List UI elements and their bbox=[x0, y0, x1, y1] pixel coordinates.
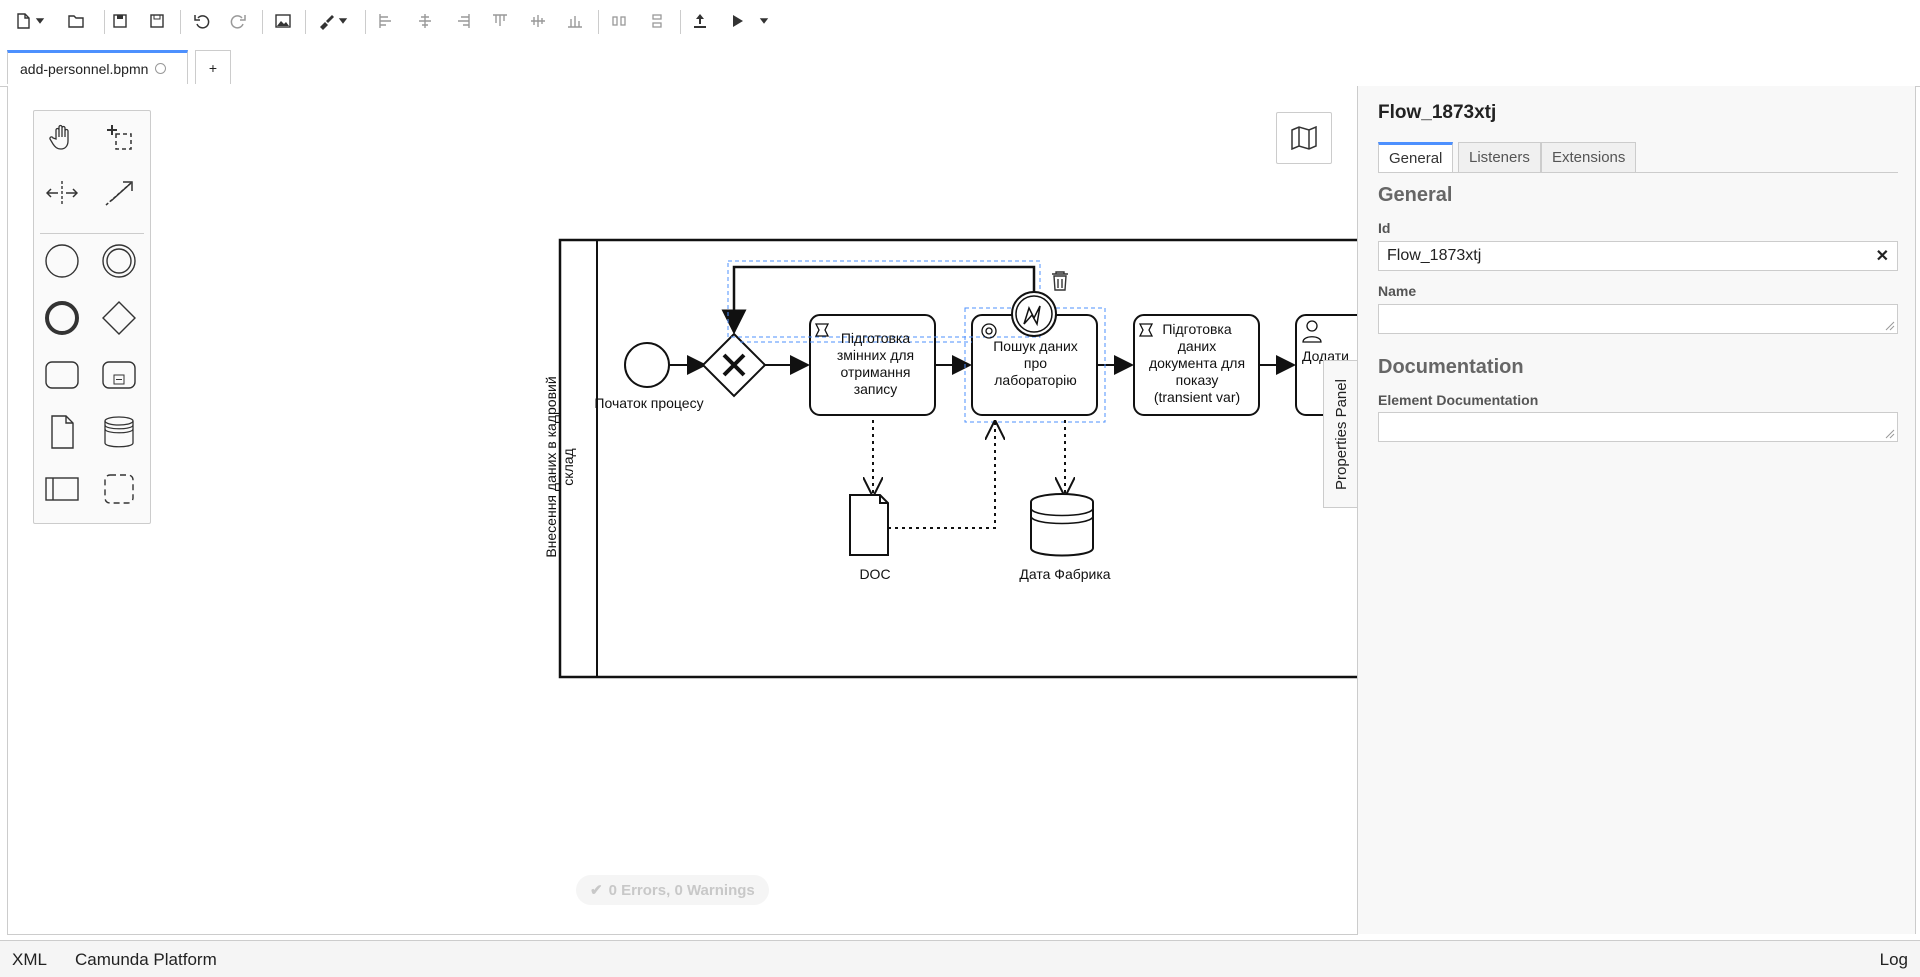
exclusive-gateway[interactable] bbox=[701, 332, 767, 398]
boundary-error-event[interactable] bbox=[1011, 291, 1057, 337]
task-prepare-document-label: Підготовка даних документа для показу (trans… bbox=[1148, 321, 1246, 405]
resize-handle-icon bbox=[1885, 429, 1895, 439]
delete-icon[interactable] bbox=[1052, 271, 1068, 291]
tab-extensions[interactable]: Extensions bbox=[1541, 142, 1637, 172]
file-tabs: add-personnel.bpmn + bbox=[0, 48, 1920, 87]
id-value: Flow_1873xtj bbox=[1387, 247, 1482, 264]
minimap-toggle-button[interactable] bbox=[1276, 112, 1332, 164]
group-icon[interactable] bbox=[99, 469, 139, 509]
id-field[interactable]: Flow_1873xtj ✕ bbox=[1378, 241, 1898, 271]
save-as-icon[interactable] bbox=[144, 8, 170, 34]
undo-icon[interactable] bbox=[189, 8, 215, 34]
palette bbox=[33, 110, 151, 524]
data-store[interactable] bbox=[1030, 493, 1094, 557]
subprocess-icon[interactable] bbox=[99, 355, 139, 395]
status-bar: XML Camunda Platform Log bbox=[0, 940, 1920, 977]
align-bottom-icon[interactable] bbox=[562, 8, 588, 34]
deploy-icon[interactable] bbox=[687, 8, 713, 34]
intermediate-event-icon[interactable] bbox=[99, 241, 139, 281]
open-file-icon[interactable] bbox=[63, 8, 89, 34]
clear-icon[interactable]: ✕ bbox=[1876, 246, 1889, 266]
task-icon[interactable] bbox=[42, 355, 82, 395]
datastore-label: Дата Фабрика bbox=[1019, 566, 1111, 582]
hand-tool-icon[interactable] bbox=[42, 117, 82, 157]
tab-add-personnel[interactable]: add-personnel.bpmn bbox=[7, 50, 188, 84]
save-icon[interactable] bbox=[107, 8, 133, 34]
distribute-vertically-icon[interactable] bbox=[644, 8, 670, 34]
data-store-icon[interactable] bbox=[99, 412, 139, 452]
tab-file-name: add-personnel.bpmn bbox=[20, 60, 149, 77]
color-dropdown-icon[interactable] bbox=[336, 8, 350, 34]
tab-listeners[interactable]: Listeners bbox=[1458, 142, 1541, 172]
documentation-heading: Documentation bbox=[1378, 356, 1524, 378]
element-title: Flow_1873xtj bbox=[1378, 102, 1497, 123]
lasso-tool-icon[interactable] bbox=[99, 117, 139, 157]
doc-label: DOC bbox=[859, 566, 891, 582]
id-label: Id bbox=[1378, 220, 1391, 236]
gateway-icon[interactable] bbox=[99, 298, 139, 338]
end-event-icon[interactable] bbox=[42, 298, 82, 338]
start-instance-icon[interactable] bbox=[724, 8, 750, 34]
lint-status[interactable]: ✔ 0 Errors, 0 Warnings bbox=[576, 875, 769, 905]
distribute-horizontally-icon[interactable] bbox=[606, 8, 632, 34]
xml-button[interactable]: XML bbox=[12, 950, 47, 970]
data-object-doc[interactable] bbox=[849, 494, 889, 556]
platform-label: Camunda Platform bbox=[75, 950, 217, 969]
element-documentation-label: Element Documentation bbox=[1378, 392, 1539, 408]
general-heading: General bbox=[1378, 184, 1453, 206]
align-right-icon[interactable] bbox=[450, 8, 476, 34]
check-icon: ✔ bbox=[590, 882, 603, 899]
resize-handle-icon bbox=[1885, 321, 1895, 331]
tab-general[interactable]: General bbox=[1378, 142, 1454, 172]
map-icon bbox=[1291, 126, 1317, 150]
toolbar bbox=[0, 0, 1920, 44]
element-documentation-field[interactable] bbox=[1378, 412, 1898, 442]
task-prepare-variables-label: Підготовка змінних для отримання запису bbox=[836, 330, 915, 397]
redo-icon[interactable] bbox=[225, 8, 251, 34]
data-object-icon[interactable] bbox=[42, 412, 82, 452]
global-connect-tool-icon[interactable] bbox=[99, 173, 139, 213]
pool-icon[interactable] bbox=[42, 469, 82, 509]
tab-unsaved-icon[interactable] bbox=[155, 63, 167, 74]
pool-label: Внесення даних в кадровий склад bbox=[543, 376, 576, 558]
align-left-icon[interactable] bbox=[373, 8, 399, 34]
add-tab-button[interactable]: + bbox=[195, 50, 231, 84]
name-label: Name bbox=[1378, 283, 1417, 299]
start-event[interactable] bbox=[624, 342, 670, 388]
new-file-dropdown-icon[interactable] bbox=[33, 8, 47, 34]
properties-panel-toggle[interactable]: Properties Panel bbox=[1323, 360, 1358, 508]
pool[interactable] bbox=[558, 238, 1360, 679]
start-event-label: Початок процесу bbox=[594, 395, 704, 411]
lint-status-text: 0 Errors, 0 Warnings bbox=[608, 881, 755, 899]
align-center-icon[interactable] bbox=[412, 8, 438, 34]
start-event-icon[interactable] bbox=[42, 241, 82, 281]
name-field[interactable] bbox=[1378, 304, 1898, 334]
properties-panel: Flow_1873xtj General Listeners Extension… bbox=[1357, 86, 1916, 934]
log-button[interactable]: Log bbox=[1880, 950, 1908, 970]
export-image-icon[interactable] bbox=[270, 8, 296, 34]
task-search-lab-label: Пошук даних про лабораторію bbox=[993, 338, 1078, 388]
align-middle-icon[interactable] bbox=[525, 8, 551, 34]
space-tool-icon[interactable] bbox=[42, 173, 82, 213]
align-top-icon[interactable] bbox=[487, 8, 513, 34]
start-dropdown-icon[interactable] bbox=[757, 8, 771, 34]
